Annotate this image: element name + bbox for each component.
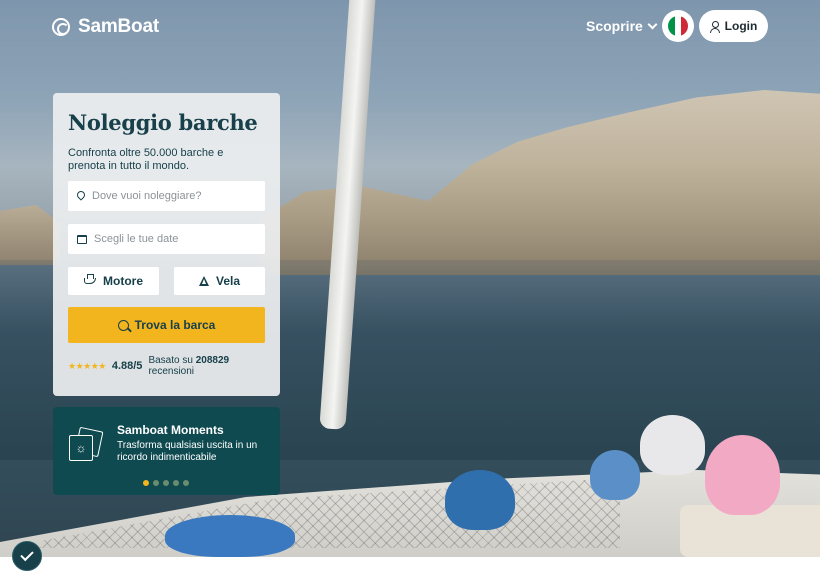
chevron-down-icon [647, 19, 658, 29]
sailboat-icon [198, 276, 209, 286]
flag-italy-icon [668, 16, 688, 36]
photos-icon: ☼ [69, 426, 104, 463]
dates-placeholder: Scegli le tue date [94, 233, 179, 245]
moments-description: Trasforma qualsiasi uscita in un ricordo… [117, 440, 258, 463]
verified-badge[interactable] [12, 541, 42, 571]
based-on-text: Basato su [148, 355, 193, 366]
page-bottom [0, 557, 820, 577]
discover-menu[interactable]: Scoprire [586, 18, 658, 34]
language-selector[interactable] [662, 10, 694, 42]
person-white-shirt [640, 415, 705, 475]
person-lying-front [165, 515, 295, 557]
motor-filter-button[interactable]: Motore [68, 267, 159, 295]
user-icon [709, 20, 720, 33]
login-button[interactable]: Login [699, 10, 768, 42]
location-placeholder: Dove vuoi noleggiare? [92, 190, 202, 202]
map-pin-icon [77, 191, 85, 201]
search-card: Noleggio barche Confronta oltre 50.000 b… [53, 93, 280, 396]
find-boat-button[interactable]: Trova la barca [68, 307, 265, 343]
carousel-dot[interactable] [173, 480, 179, 486]
samboat-logo[interactable]: SamBoat [52, 16, 159, 38]
carousel-dot[interactable] [163, 480, 169, 486]
check-icon [20, 547, 34, 562]
logo-text: SamBoat [78, 16, 159, 37]
discover-label: Scoprire [586, 18, 643, 34]
dates-input[interactable]: Scegli le tue date [68, 224, 265, 254]
review-number: 208829 [195, 355, 230, 366]
sail-label: Vela [215, 274, 241, 288]
star-rating-icon: ★★★★★ [68, 360, 106, 371]
person-yellow-top [445, 470, 515, 530]
reviews-word: recensioni [148, 366, 195, 377]
find-button-label: Trova la barca [134, 318, 216, 332]
carousel-dots [143, 480, 189, 486]
rating-summary: ★★★★★ 4.88/5 Basato su 208829 recensioni [68, 355, 258, 377]
site-header: SamBoat Scoprire Login [0, 0, 820, 56]
cliff-rock-left [0, 205, 60, 265]
search-subtitle: Confronta oltre 50.000 barche e prenota … [68, 147, 224, 172]
person-child-blue [590, 450, 640, 500]
location-input[interactable]: Dove vuoi noleggiare? [68, 181, 265, 211]
motorboat-icon [84, 274, 96, 284]
calendar-icon [77, 234, 87, 244]
carousel-dot[interactable] [143, 480, 149, 486]
motor-label: Motore [103, 274, 143, 288]
samboat-logo-icon [52, 18, 70, 36]
carousel-dot[interactable] [153, 480, 159, 486]
sail-filter-button[interactable]: Vela [174, 267, 265, 295]
login-label: Login [724, 19, 758, 33]
rating-score: 4.88/5 [111, 360, 143, 372]
search-icon [117, 319, 129, 331]
moments-title: Samboat Moments [117, 423, 224, 437]
person-pink-shirt [705, 435, 780, 515]
page-title: Noleggio barche [68, 110, 258, 135]
carousel-dot[interactable] [183, 480, 189, 486]
moments-card[interactable]: ☼ Samboat Moments Trasforma qualsiasi us… [53, 407, 280, 495]
review-count: Basato su 208829 recensioni [148, 355, 258, 377]
